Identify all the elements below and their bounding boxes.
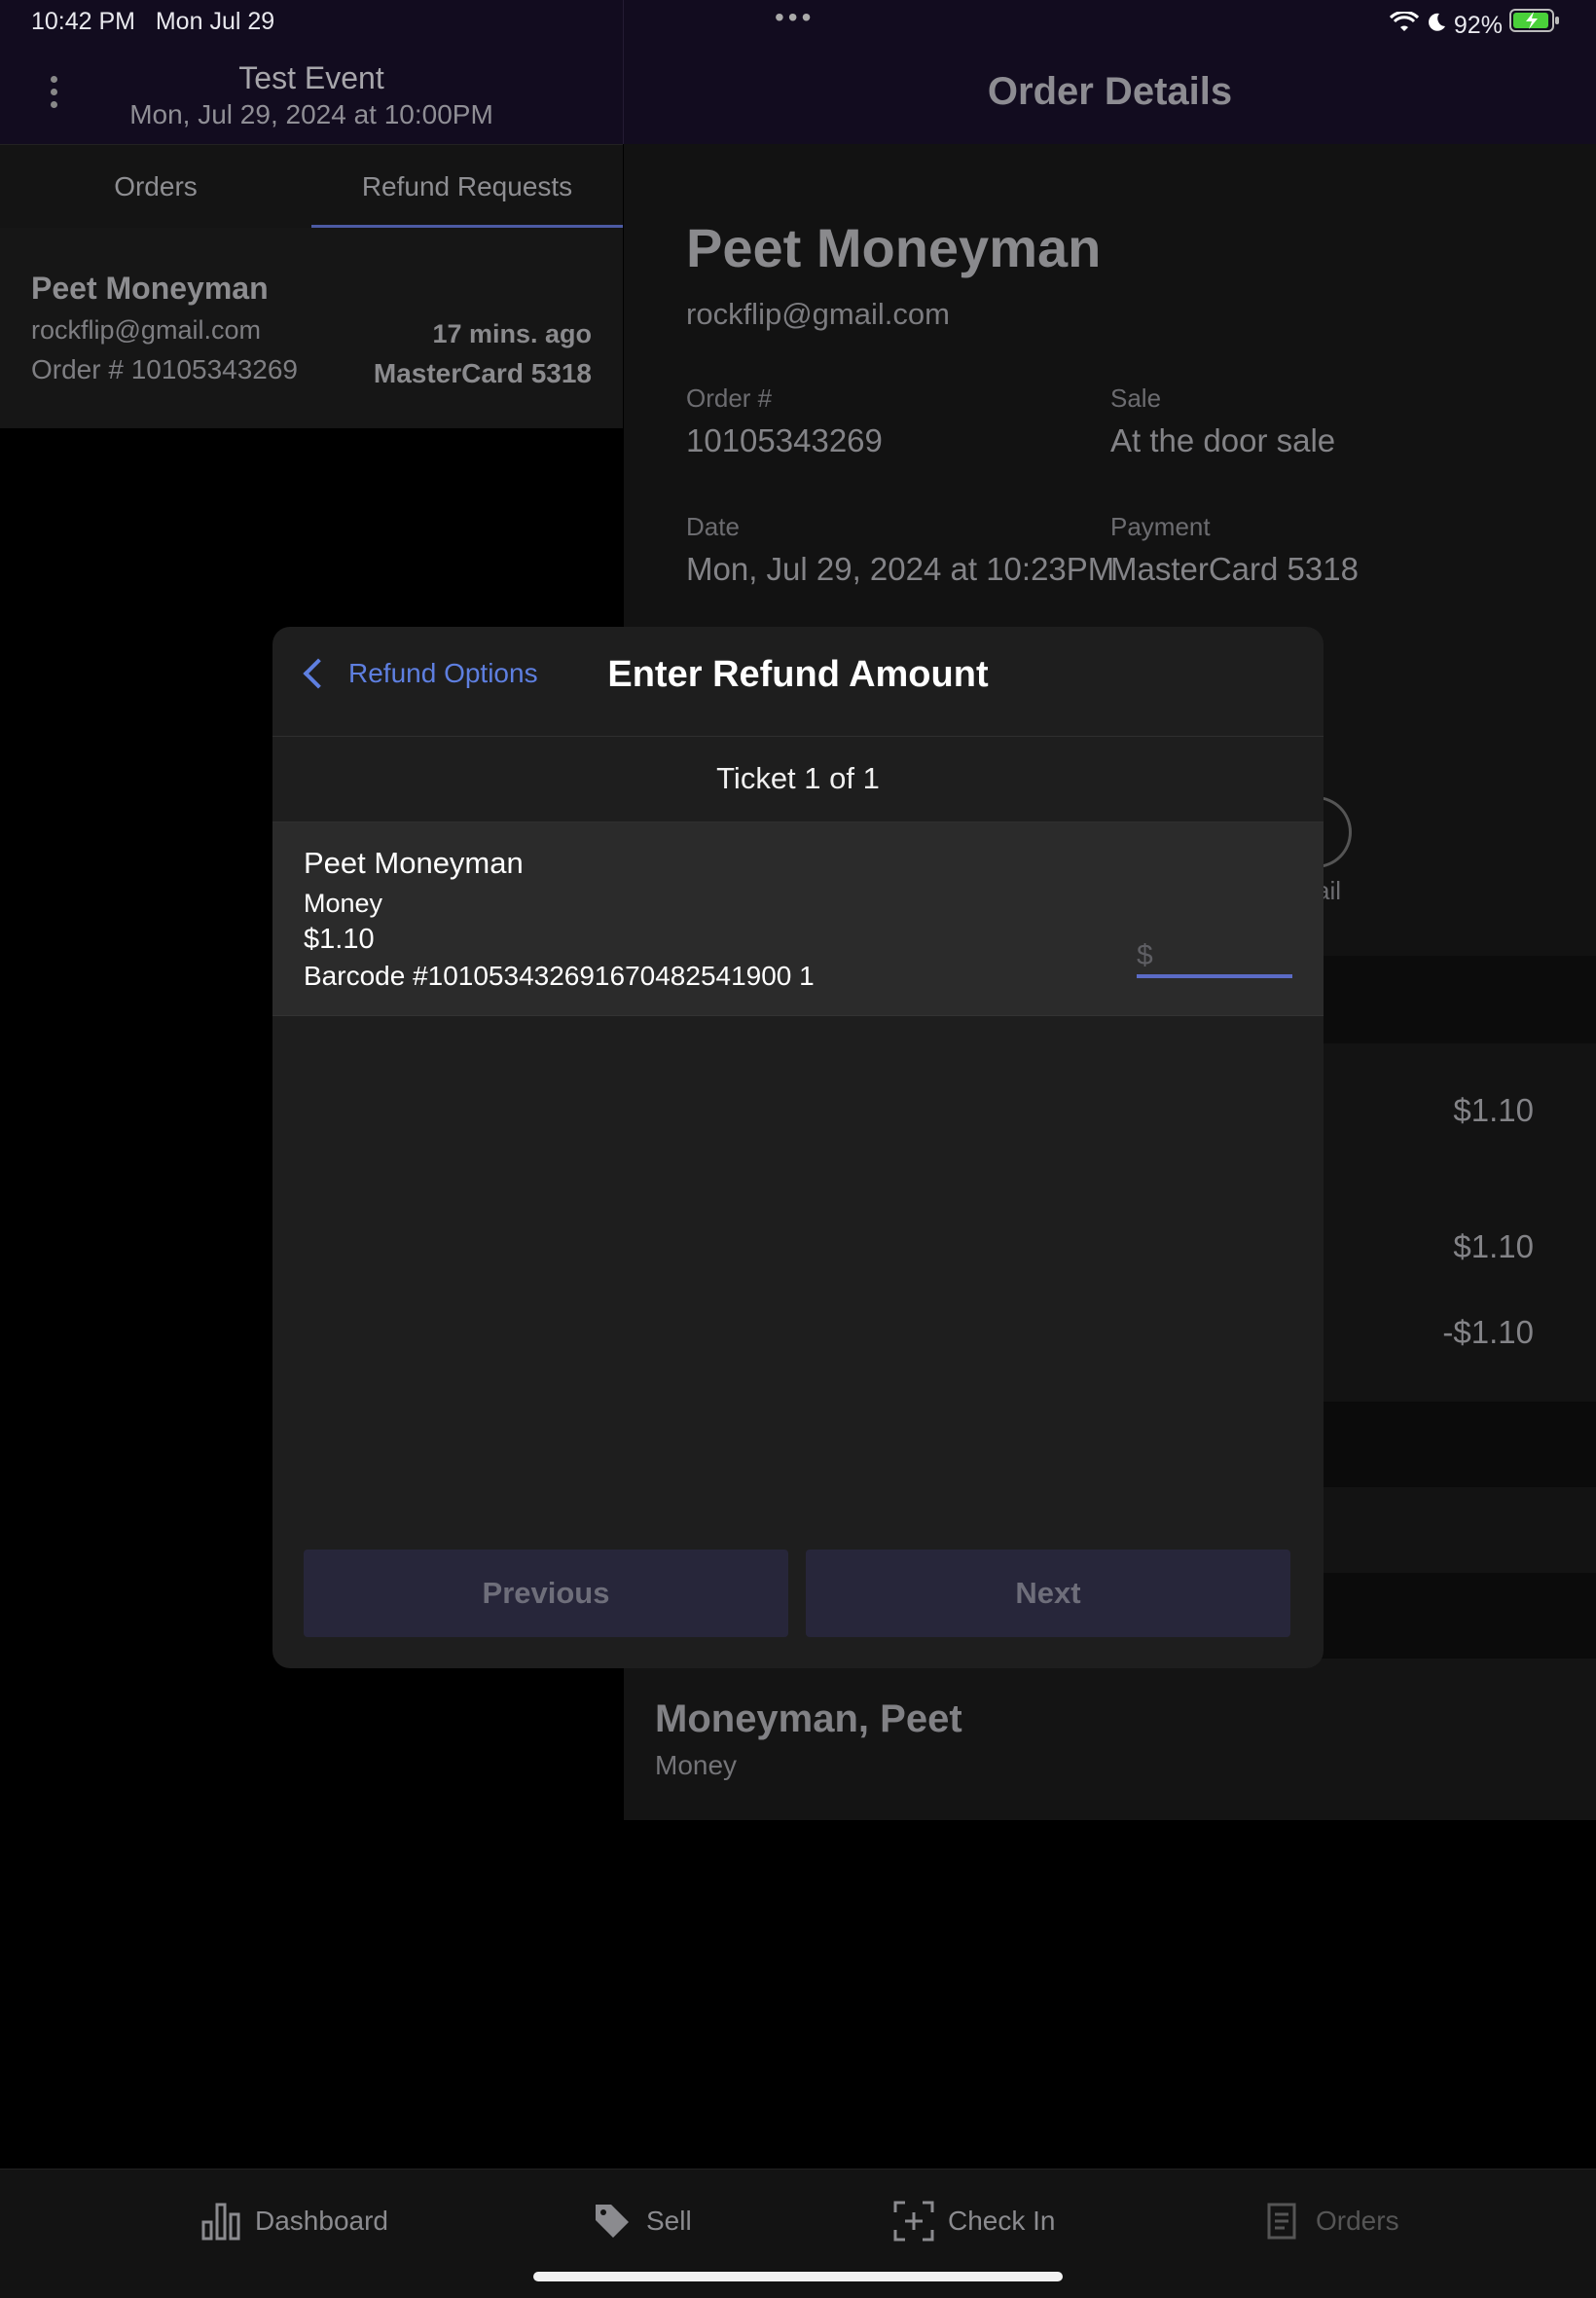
tab-check-in[interactable]: Check In <box>893 2201 1056 2242</box>
refund-amount-input[interactable] <box>1137 937 1292 978</box>
order-details-title: Order Details <box>987 70 1233 113</box>
customer-email: rockflip@gmail.com <box>686 297 950 331</box>
home-indicator[interactable] <box>533 2272 1063 2281</box>
tab-orders-bottom[interactable]: Orders <box>1261 2201 1399 2242</box>
list-item-payment: MasterCard 5318 <box>373 358 592 388</box>
order-tabs: Orders Refund Requests <box>0 144 623 229</box>
more-options-icon[interactable] <box>47 76 60 115</box>
summary-amount-1: $1.10 <box>1453 1092 1534 1128</box>
ticket-row: Peet Moneyman Money $1.10 Barcode #10105… <box>272 822 1324 1016</box>
wifi-icon <box>1389 10 1426 39</box>
tab-sell[interactable]: Sell <box>592 2201 692 2242</box>
status-indicators: 92% <box>1389 8 1560 40</box>
tab-dashboard[interactable]: Dashboard <box>200 2201 388 2242</box>
order-number-value: 10105343269 <box>686 422 883 458</box>
event-title: Test Event <box>238 60 384 95</box>
payment-label: Payment <box>1110 512 1211 541</box>
date-value: Mon, Jul 29, 2024 at 10:23PM <box>686 551 1115 587</box>
order-number-label: Order # <box>686 383 773 413</box>
status-time: 10:42 PM Mon Jul 29 <box>31 8 274 36</box>
customer-name: Peet Moneyman <box>686 217 1102 278</box>
summary-amount-2: $1.10 <box>1453 1228 1534 1264</box>
ticket-price: $1.10 <box>304 924 375 955</box>
list-item-order: Order # 10105343269 <box>31 354 298 384</box>
bar-chart-icon <box>200 2201 241 2242</box>
attendee-ticket-type: Money <box>655 1750 738 1780</box>
event-date: Mon, Jul 29, 2024 at 10:00PM <box>129 99 493 129</box>
tab-check-in-label: Check In <box>948 2206 1056 2236</box>
ticket-type: Money <box>304 889 383 918</box>
status-clock: 10:42 PM <box>31 8 136 35</box>
tag-icon <box>592 2201 633 2242</box>
modal-title: Enter Refund Amount <box>607 654 989 695</box>
list-item-name: Peet Moneyman <box>31 271 269 306</box>
receipt-icon <box>1261 2201 1302 2242</box>
status-date: Mon Jul 29 <box>155 8 275 35</box>
tab-refund-requests[interactable]: Refund Requests <box>311 145 623 229</box>
list-item-time: 17 mins. ago <box>432 319 592 348</box>
ticket-barcode: Barcode #101053432691670482541900 1 <box>304 961 815 991</box>
refund-amount-modal: Refund Options Enter Refund Amount Ticke… <box>272 627 1324 1668</box>
battery-percent: 92% <box>1453 12 1503 39</box>
multitasking-dots-icon[interactable]: ••• <box>775 2 815 33</box>
ticket-counter: Ticket 1 of 1 <box>272 736 1324 822</box>
battery-charging-icon <box>1508 9 1560 39</box>
attendee-name: Moneyman, Peet <box>655 1697 962 1740</box>
ticket-holder: Peet Moneyman <box>304 846 524 880</box>
list-item-email: rockflip@gmail.com <box>31 315 261 345</box>
summary-amount-refund: -$1.10 <box>1442 1314 1534 1350</box>
tab-orders[interactable]: Orders <box>0 145 311 229</box>
scan-plus-icon <box>893 2201 934 2242</box>
tab-orders-bottom-label: Orders <box>1316 2206 1399 2236</box>
payment-value: MasterCard 5318 <box>1110 551 1359 587</box>
previous-button[interactable]: Previous <box>304 1550 788 1637</box>
sale-value: At the door sale <box>1110 422 1336 458</box>
moon-icon <box>1426 12 1454 39</box>
date-label: Date <box>686 512 740 541</box>
tab-sell-label: Sell <box>646 2206 692 2236</box>
tab-dashboard-label: Dashboard <box>255 2206 388 2236</box>
next-button[interactable]: Next <box>806 1550 1290 1637</box>
sale-label: Sale <box>1110 383 1162 413</box>
